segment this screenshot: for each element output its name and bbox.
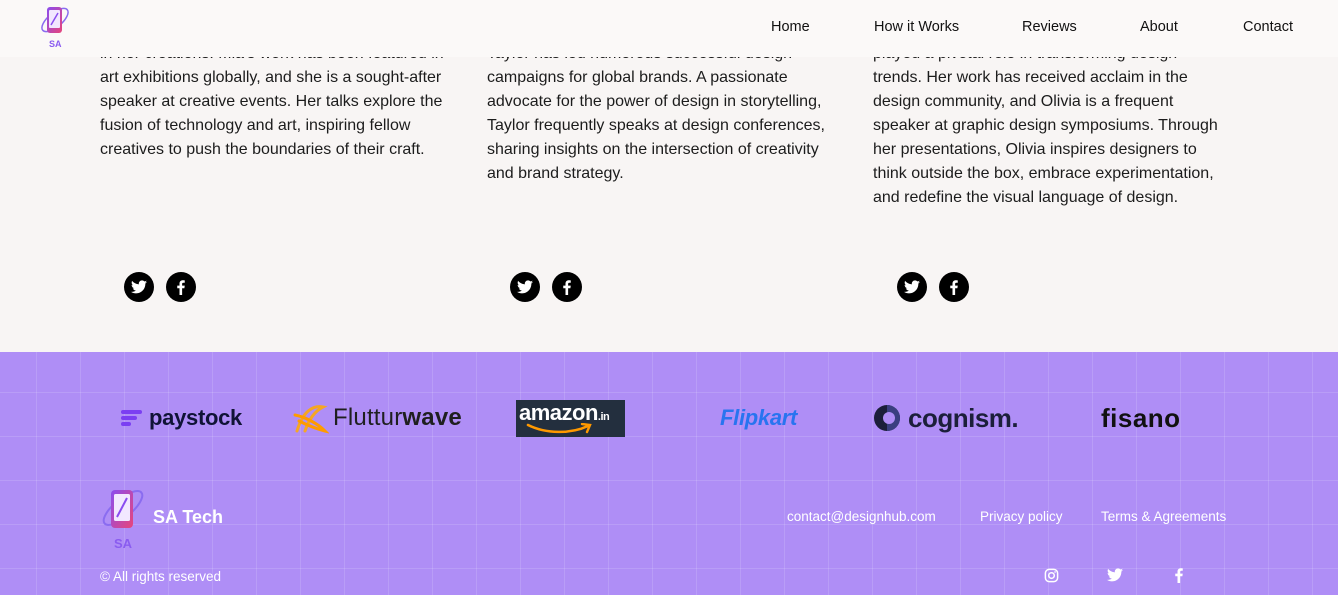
footer-logo[interactable]: SA bbox=[98, 482, 148, 552]
site-footer bbox=[0, 352, 1338, 595]
bio-line: her presentations, Olivia inspires desig… bbox=[873, 141, 1197, 158]
brand-logo-flutterwave: Flutturwave bbox=[293, 398, 462, 438]
bio-line: and redefine the visual language of desi… bbox=[873, 189, 1179, 206]
svg-text:SA: SA bbox=[114, 536, 133, 551]
facebook-icon[interactable] bbox=[166, 272, 196, 302]
brand-logo-cognism: cognism. bbox=[872, 398, 1019, 438]
brand-logo-fisano: fisano bbox=[1101, 398, 1181, 438]
facebook-icon[interactable] bbox=[552, 272, 582, 302]
cognism-mark-icon bbox=[874, 405, 900, 431]
bio-line: speaker at creative events. Her talks ex… bbox=[100, 93, 443, 110]
amazon-smile-icon bbox=[526, 422, 592, 433]
bio-line: design community, and Olivia is a freque… bbox=[873, 93, 1174, 110]
footer-contact-email-link[interactable]: contact@designhub.com bbox=[787, 509, 936, 524]
flutterwave-mark-icon bbox=[293, 405, 329, 434]
bio-line: fusion of technology and art, inspiring … bbox=[100, 117, 411, 134]
brand-logo-amazon: amazon.in bbox=[516, 398, 625, 438]
nav-home[interactable]: Home bbox=[771, 19, 810, 35]
main-nav: Home How it Works Reviews About Contact bbox=[0, 19, 1338, 39]
bio-text-mia: in her creations. Mia's work has been fe… bbox=[100, 42, 470, 162]
nav-how-it-works[interactable]: How it Works bbox=[874, 19, 959, 35]
svg-text:SA: SA bbox=[49, 39, 62, 49]
twitter-icon[interactable] bbox=[897, 272, 927, 302]
bio-line: sharing insights on the intersection of … bbox=[487, 141, 819, 158]
twitter-icon[interactable] bbox=[510, 272, 540, 302]
site-header: SA Home How it Works Reviews About Conta… bbox=[0, 0, 1338, 57]
fisano-wordmark: fisano bbox=[1101, 402, 1181, 433]
facebook-icon[interactable] bbox=[1171, 567, 1187, 583]
bio-text-olivia: played a pivotal role in transforming de… bbox=[873, 42, 1243, 210]
footer-terms-link[interactable]: Terms & Agreements bbox=[1101, 509, 1226, 524]
facebook-icon[interactable] bbox=[939, 272, 969, 302]
amazon-logo-box: amazon.in bbox=[516, 399, 625, 437]
paystock-mark-icon bbox=[121, 410, 142, 426]
bio-line: speaker at graphic design symposiums. Th… bbox=[873, 117, 1218, 134]
footer-privacy-policy-link[interactable]: Privacy policy bbox=[980, 509, 1063, 524]
paystock-wordmark: paystock bbox=[149, 405, 242, 430]
flutterwave-wordmark: Flutturwave bbox=[333, 404, 462, 431]
bio-line: think outside the box, embrace experimen… bbox=[873, 165, 1214, 182]
cognism-wordmark: cognism. bbox=[908, 402, 1019, 433]
bio-line: trends. Her work has received acclaim in… bbox=[873, 69, 1188, 86]
brand-logo-flipkart: Flipkart bbox=[720, 398, 797, 438]
bio-text-taylor: Taylor has led numerous successful desig… bbox=[487, 42, 857, 186]
copyright-text: © All rights reserved bbox=[100, 569, 221, 584]
twitter-icon[interactable] bbox=[124, 272, 154, 302]
bio-line: creatives to push the boundaries of thei… bbox=[100, 141, 425, 158]
flipkart-wordmark: Flipkart bbox=[720, 405, 798, 430]
bio-line: and brand strategy. bbox=[487, 165, 624, 182]
bio-line: campaigns for global brands. A passionat… bbox=[487, 69, 788, 86]
nav-reviews[interactable]: Reviews bbox=[1022, 19, 1077, 35]
brand-logo-paystock: paystock bbox=[121, 398, 242, 438]
bio-line: Taylor frequently speaks at design confe… bbox=[487, 117, 825, 134]
nav-contact[interactable]: Contact bbox=[1243, 19, 1293, 35]
bio-line: art exhibitions globally, and she is a s… bbox=[100, 69, 442, 86]
twitter-icon[interactable] bbox=[1107, 567, 1123, 583]
instagram-icon[interactable] bbox=[1043, 567, 1059, 583]
nav-about[interactable]: About bbox=[1140, 19, 1178, 35]
bio-line: advocate for the power of design in stor… bbox=[487, 93, 822, 110]
footer-company-name: SA Tech bbox=[153, 507, 224, 527]
